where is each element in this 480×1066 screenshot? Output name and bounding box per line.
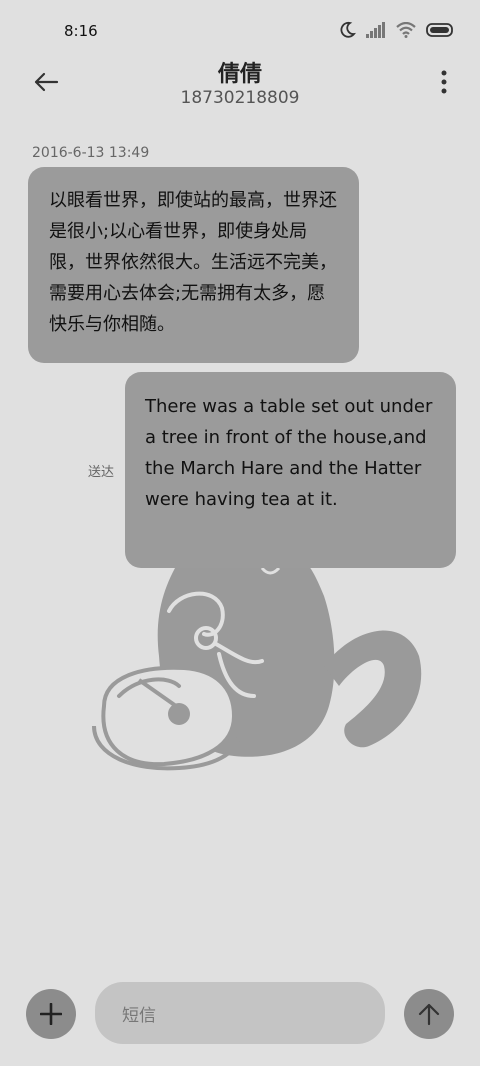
incoming-message-bubble[interactable]: 以眼看世界，即使站的最高，世界还是很小;以心看世界，即使身处局限，世界依然很大。… (28, 167, 359, 363)
message-input-placeholder: 短信 (122, 1005, 156, 1026)
wifi-icon (396, 22, 416, 38)
contact-name: 倩倩 (217, 62, 262, 87)
status-bar: 8:16 (0, 0, 480, 62)
more-vertical-icon (441, 70, 447, 94)
battery-icon (426, 23, 453, 37)
plus-icon (40, 1003, 62, 1025)
contact-number: 18730218809 (180, 88, 300, 108)
message-input[interactable]: 短信 (95, 982, 385, 1044)
outgoing-message-bubble[interactable]: There was a table set out under a tree i… (125, 372, 456, 568)
outgoing-message-text: There was a table set out under a tree i… (145, 396, 433, 510)
status-time: 8:16 (64, 22, 98, 40)
incoming-message-text: 以眼看世界，即使站的最高，世界还是很小;以心看世界，即使身处局限，世界依然很大。… (49, 190, 337, 335)
status-icons (340, 21, 454, 39)
send-arrow-up-icon (418, 1003, 440, 1026)
cat-wallpaper-illustration (92, 561, 422, 771)
signal-icon (366, 22, 385, 38)
delivery-status: 送达 (88, 465, 115, 480)
more-options-button[interactable] (438, 68, 450, 96)
composer-bar: 短信 (0, 982, 480, 1044)
send-button[interactable] (404, 989, 454, 1039)
moon-icon (340, 21, 356, 38)
message-timestamp: 2016-6-13 13:49 (32, 145, 150, 161)
add-attachment-button[interactable] (26, 989, 76, 1039)
conversation-header: 倩倩 18730218809 (0, 54, 480, 114)
